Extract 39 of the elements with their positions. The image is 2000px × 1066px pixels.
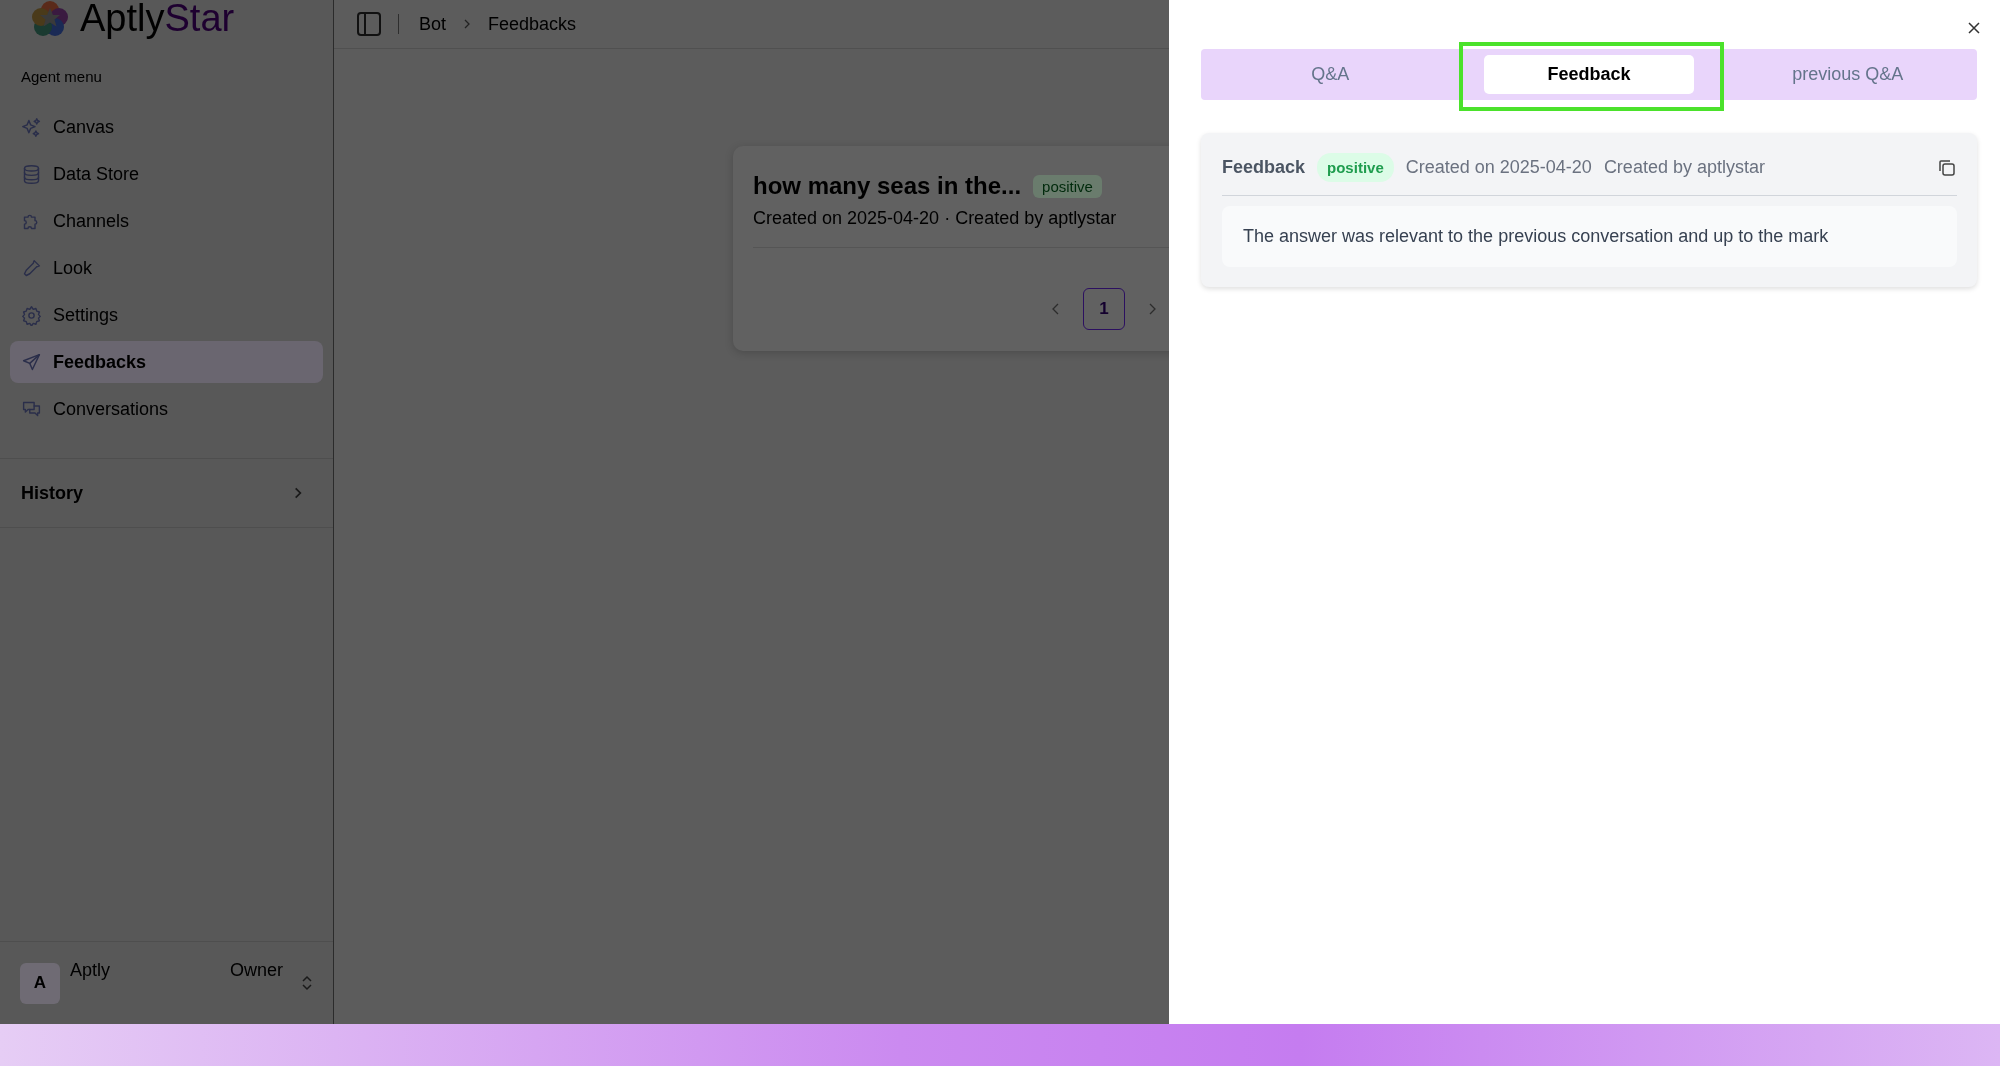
sidebar-item[interactable]: Canvas: [10, 106, 323, 148]
status-tag: positive: [1033, 174, 1102, 198]
chevron-up-down-icon[interactable]: [301, 974, 313, 992]
send-icon: [21, 351, 42, 373]
section-label: Agent menu: [20, 67, 103, 86]
breadcrumb-link[interactable]: Feedbacks: [488, 13, 577, 35]
feedback-title[interactable]: how many seas in the...: [753, 172, 1022, 200]
breadcrumb-link[interactable]: Bot: [419, 13, 447, 35]
feedback-label: Feedback: [1222, 157, 1306, 178]
chevron-right-icon[interactable]: [1147, 302, 1157, 316]
sidebar-item[interactable]: Channels: [10, 200, 323, 242]
sidebar-item[interactable]: Conversations: [10, 388, 323, 430]
sidebar-toggle-icon[interactable]: [356, 11, 382, 37]
dropper-icon: [21, 257, 42, 279]
sparkles-icon: [21, 116, 42, 138]
logo-text: AptlyStar: [80, 0, 235, 37]
user-name: Aptly: [70, 960, 112, 981]
chevron-left-icon[interactable]: [1051, 302, 1061, 316]
sidebar-item[interactable]: Data Store: [10, 153, 323, 195]
avatar: A: [20, 962, 60, 1004]
settings-icon: [21, 304, 42, 326]
close-icon[interactable]: [1967, 21, 1981, 35]
history-label: History: [21, 482, 83, 504]
tab[interactable]: Feedback: [1483, 55, 1695, 94]
status-tag: positive: [1317, 153, 1394, 182]
feedback-meta: Created on 2025-04-20 · Created by aptlystar: [753, 208, 1118, 229]
page-button[interactable]: 1: [1083, 288, 1125, 330]
sidebar-item[interactable]: Feedbacks: [10, 341, 323, 383]
user-role: Owner: [230, 960, 283, 981]
feedback-text: The answer was relevant to the previous conversation and up to the mark: [1222, 206, 1957, 267]
tab[interactable]: previous Q&A: [1742, 55, 1953, 94]
copy-icon[interactable]: [1937, 157, 1957, 178]
logo-icon: [30, 0, 70, 38]
created-date: Created on 2025-04-20: [1405, 157, 1592, 178]
database-icon: [21, 163, 42, 185]
sidebar-item[interactable]: Settings: [10, 294, 323, 336]
sidebar-item[interactable]: Look: [10, 247, 323, 289]
tab[interactable]: Q&A: [1225, 55, 1436, 94]
created-by: Created by aptlystar: [1603, 157, 1765, 178]
